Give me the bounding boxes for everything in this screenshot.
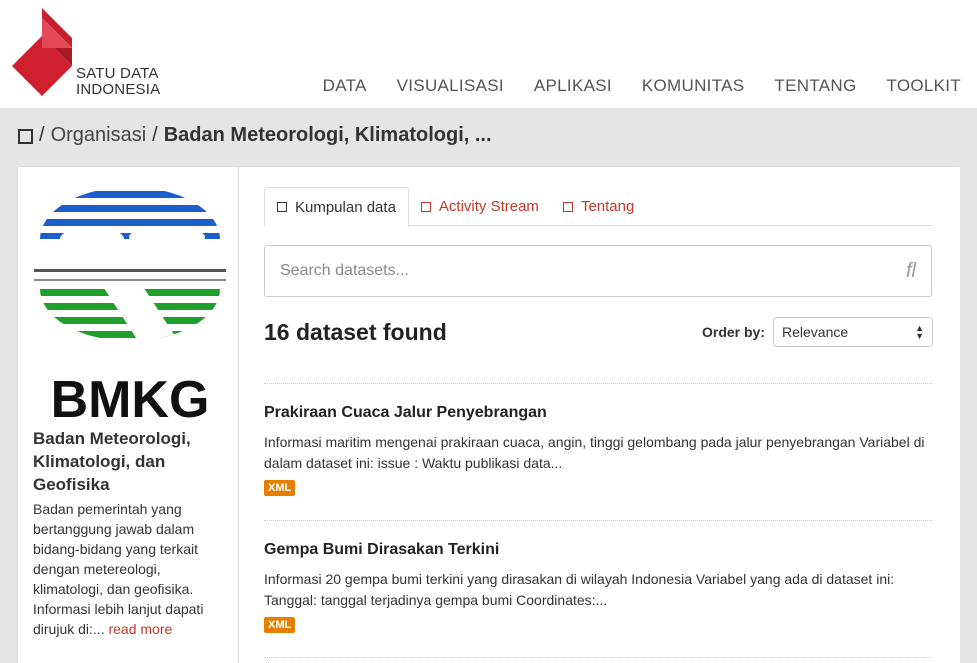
order-by-value: Relevance xyxy=(782,324,849,340)
read-more-link[interactable]: read more xyxy=(108,621,172,637)
activity-icon xyxy=(420,201,431,212)
breadcrumb-current[interactable]: Badan Meteorologi, Klimatologi, ... xyxy=(164,124,492,147)
dataset-title[interactable]: Prakiraan Cuaca Jalur Penyebrangan xyxy=(264,404,932,422)
home-icon[interactable] xyxy=(18,129,33,144)
dataset-description: Informasi maritim mengenai prakiraan cua… xyxy=(264,434,925,471)
org-description-text: Badan pemerintah yang bertanggung jawab … xyxy=(33,501,204,637)
order-by-label: Order by: xyxy=(701,324,765,340)
site-logo[interactable]: SATU DATA INDONESIA xyxy=(12,8,172,100)
breadcrumb-separator: / xyxy=(152,124,158,146)
dataset-description: Informasi 20 gempa bumi terkini yang dir… xyxy=(264,571,895,608)
tab-tentang[interactable]: Tentang xyxy=(551,187,646,226)
nav-data[interactable]: DATA xyxy=(323,76,367,96)
search-icon[interactable]: fl xyxy=(906,260,916,283)
tab-bar: Kumpulan data Activity Stream Tentang xyxy=(264,187,932,227)
dataset-icon xyxy=(277,202,287,212)
results-count: 16 dataset found xyxy=(264,319,447,345)
content-area: Kumpulan data Activity Stream Tentang fl… xyxy=(240,167,960,663)
nav-aplikasi[interactable]: APLIKASI xyxy=(534,76,612,96)
org-sidebar: BMKG Badan Meteorologi, Klimatologi, dan… xyxy=(18,167,239,663)
order-by: Order by: Relevance ▲ ▼ xyxy=(702,317,933,347)
org-description: Badan pemerintah yang bertanggung jawab … xyxy=(33,499,233,639)
breadcrumb: / Organisasi / Badan Meteorologi, Klimat… xyxy=(18,124,492,147)
list-item xyxy=(264,657,932,663)
select-arrows-icon: ▲ ▼ xyxy=(915,323,924,341)
logo-text: SATU DATA INDONESIA xyxy=(76,66,160,98)
bmkg-logo-icon: BMKG xyxy=(34,191,226,429)
format-badge[interactable]: XML xyxy=(264,480,296,496)
logo-line-1: SATU DATA xyxy=(76,65,159,82)
org-logo[interactable]: BMKG xyxy=(32,177,228,429)
list-item: Prakiraan Cuaca Jalur Penyebrangan Infor… xyxy=(264,383,932,520)
nav-tentang[interactable]: TENTANG xyxy=(774,76,856,96)
breadcrumb-organisasi[interactable]: Organisasi xyxy=(51,124,147,147)
order-by-select[interactable]: Relevance ▲ ▼ xyxy=(773,317,933,347)
main-panel: BMKG Badan Meteorologi, Klimatologi, dan… xyxy=(17,166,960,663)
main-nav: DATA VISUALISASI APLIKASI KOMUNITAS TENT… xyxy=(323,76,961,96)
info-icon xyxy=(562,201,573,212)
logo-line-2: INDONESIA xyxy=(76,81,161,98)
format-badge[interactable]: XML xyxy=(264,617,296,633)
tab-label: Tentang xyxy=(580,198,635,215)
list-item: Gempa Bumi Dirasakan Terkini Informasi 2… xyxy=(264,520,932,657)
nav-komunitas[interactable]: KOMUNITAS xyxy=(642,76,745,96)
site-header: SATU DATA INDONESIA DATA VISUALISASI APL… xyxy=(0,0,977,108)
search-input[interactable] xyxy=(280,262,840,280)
satu-data-logo-icon xyxy=(12,8,72,96)
org-title: Badan Meteorologi, Klimatologi, dan Geof… xyxy=(33,429,191,494)
tab-label: Activity Stream xyxy=(438,198,539,215)
nav-visualisasi[interactable]: VISUALISASI xyxy=(397,76,504,96)
dataset-title[interactable]: Gempa Bumi Dirasakan Terkini xyxy=(264,541,932,559)
dataset-list: Prakiraan Cuaca Jalur Penyebrangan Infor… xyxy=(264,383,932,663)
tab-activity-stream[interactable]: Activity Stream xyxy=(409,187,551,226)
nav-toolkit[interactable]: TOOLKIT xyxy=(886,76,961,96)
tab-kumpulan-data[interactable]: Kumpulan data xyxy=(264,187,409,227)
bmkg-logo-text: BMKG xyxy=(51,371,210,425)
breadcrumb-separator: / xyxy=(39,124,45,146)
tab-label: Kumpulan data xyxy=(295,198,396,216)
search-box: fl xyxy=(264,245,932,297)
